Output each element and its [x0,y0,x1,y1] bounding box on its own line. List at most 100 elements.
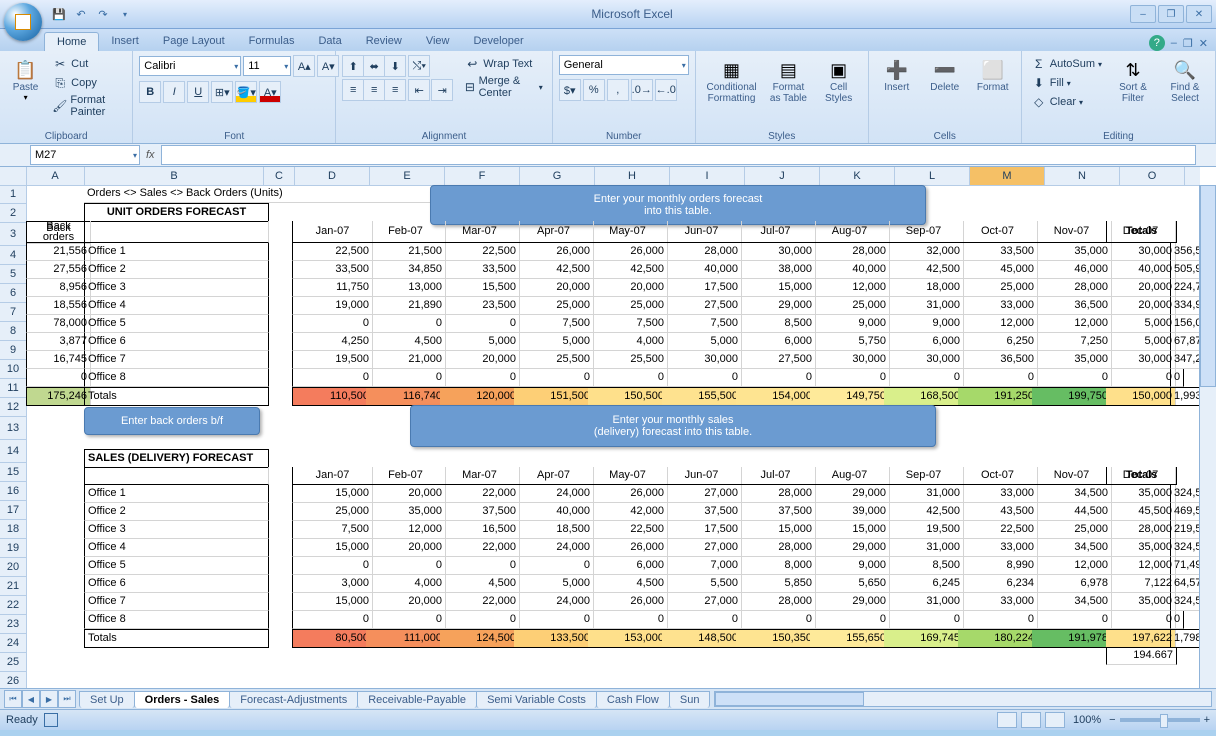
cell[interactable]: 22,000 [440,485,520,503]
cell[interactable]: 16,745 [26,351,91,369]
cell[interactable]: Office 7 [84,593,269,611]
cell[interactable]: 21,500 [366,243,446,261]
cell[interactable]: 0 [514,611,594,629]
page-layout-view-button[interactable] [1021,712,1041,728]
delete-cells-button[interactable]: ➖Delete [923,55,967,96]
column-header[interactable]: J [745,167,820,185]
cell[interactable]: Apr-07 [514,467,594,485]
cell[interactable]: 18,000 [884,279,964,297]
cell[interactable]: 120,000 [440,387,520,406]
cell[interactable]: 25,000 [1032,521,1112,539]
cell[interactable]: Totals [84,387,269,406]
fill-color-button[interactable]: 🪣▾ [235,81,257,103]
cell[interactable]: 33,500 [440,261,520,279]
cell[interactable]: 15,500 [440,279,520,297]
macro-record-icon[interactable] [44,713,58,727]
cell[interactable]: 40,000 [514,503,594,521]
cell[interactable]: 116,740 [366,387,446,406]
column-header[interactable]: N [1045,167,1120,185]
cell[interactable]: 12,000 [1106,557,1176,575]
cell[interactable]: 5,000 [440,333,520,351]
cell[interactable]: 0 [366,369,446,387]
cell[interactable]: 7,122 [1106,575,1176,593]
cell[interactable]: 12,000 [958,315,1038,333]
cell[interactable]: 199,750 [1032,387,1112,406]
cell[interactable]: 15,000 [292,593,373,611]
cell[interactable]: 6,000 [884,333,964,351]
cell[interactable]: 6,245 [884,575,964,593]
tab-formulas[interactable]: Formulas [237,32,307,51]
tab-home[interactable]: Home [44,32,99,51]
cell[interactable]: 33,000 [958,593,1038,611]
cell[interactable]: 0 [292,369,373,387]
cell[interactable]: 27,500 [736,351,816,369]
cell[interactable]: 25,500 [588,351,668,369]
cell[interactable]: Office 1 [84,485,269,503]
cell[interactable]: 4,000 [366,575,446,593]
cell[interactable]: Sep-07 [884,467,964,485]
conditional-formatting-button[interactable]: ▦Conditional Formatting [702,55,762,107]
cell[interactable]: 37,500 [736,503,816,521]
cell[interactable]: 35,000 [1106,593,1176,611]
cell[interactable]: 20,000 [440,351,520,369]
cell[interactable]: 33,000 [958,297,1038,315]
increase-decimal-button[interactable]: .0→ [631,79,653,101]
cell[interactable]: Office 2 [84,261,269,279]
sheet-tab[interactable]: Receivable-Payable [357,691,477,708]
cell[interactable]: 20,000 [366,485,446,503]
cut-button[interactable]: ✂Cut [49,55,126,73]
cell[interactable]: 5,000 [1106,333,1176,351]
row-header[interactable]: 14 [0,440,26,463]
cell[interactable]: 42,500 [884,261,964,279]
cell[interactable]: 21,000 [366,351,446,369]
cell[interactable]: 20,000 [1106,297,1176,315]
sheet-tab[interactable]: Set Up [79,691,135,708]
cell[interactable]: 28,000 [1032,279,1112,297]
font-name-combo[interactable]: Calibri [139,56,241,76]
row-header[interactable]: 24 [0,634,26,653]
cell[interactable]: Office 2 [84,503,269,521]
cell[interactable]: 35,000 [1106,485,1176,503]
cell[interactable] [84,221,269,243]
cell[interactable]: 148,500 [662,629,742,648]
cell[interactable]: 0 [662,611,742,629]
column-header[interactable]: C [264,167,295,185]
cell[interactable]: 0 [1170,369,1184,387]
close-button[interactable]: ✕ [1186,5,1212,23]
cell[interactable]: 17,500 [662,521,742,539]
sheet-tab[interactable]: Sun [669,691,711,708]
cell[interactable]: 154,000 [736,387,816,406]
cell-styles-button[interactable]: ▣Cell Styles [816,55,862,107]
cell[interactable]: Nov-07 [1032,467,1112,485]
cell[interactable]: 22,500 [588,521,668,539]
column-header[interactable]: G [520,167,595,185]
cell[interactable]: Office 3 [84,279,269,297]
sheet-tab[interactable]: Forecast-Adjustments [229,691,358,708]
cell[interactable]: 36,500 [1032,297,1112,315]
column-header[interactable]: H [595,167,670,185]
column-header[interactable]: F [445,167,520,185]
format-painter-button[interactable]: 🖌Format Painter [49,93,126,119]
formula-bar[interactable] [161,145,1196,165]
cell[interactable]: Aug-07 [810,221,890,243]
cell[interactable]: 8,500 [884,557,964,575]
row-header[interactable]: 20 [0,558,26,577]
cell[interactable]: 0 [440,611,520,629]
cell[interactable]: 22,500 [292,243,373,261]
help-icon[interactable]: ? [1149,35,1165,51]
cell[interactable]: 26,000 [588,593,668,611]
cell[interactable]: 151,500 [514,387,594,406]
cell[interactable]: 20,000 [588,279,668,297]
cell[interactable]: 124,500 [440,629,520,648]
cell[interactable]: 42,000 [588,503,668,521]
cell[interactable]: 0 [810,369,890,387]
cell[interactable]: 150,500 [588,387,668,406]
cell[interactable]: 42,500 [514,261,594,279]
clear-button[interactable]: ◇Clear▾ [1028,93,1105,111]
cell[interactable]: Office 7 [84,351,269,369]
cell[interactable]: 6,978 [1032,575,1112,593]
cell[interactable]: 40,000 [1106,261,1176,279]
cell[interactable]: 153,000 [588,629,668,648]
row-header[interactable]: 13 [0,417,26,440]
cell[interactable]: 0 [366,557,446,575]
